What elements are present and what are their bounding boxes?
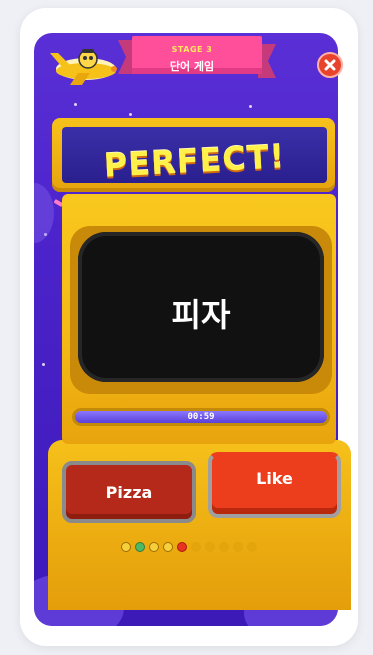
progress-dot (233, 542, 243, 552)
progress-dot (205, 542, 215, 552)
close-icon (324, 59, 336, 71)
timer-text: 00:59 (187, 412, 215, 422)
progress-dot (177, 542, 187, 552)
progress-dot (121, 542, 131, 552)
airplane-icon (50, 49, 117, 85)
answer-button-pizza[interactable]: Pizza (62, 461, 196, 523)
question-progress (121, 542, 257, 554)
stage-label: STAGE 3 (171, 45, 213, 54)
progress-dot (149, 542, 159, 552)
progress-dot (191, 542, 201, 552)
close-button[interactable] (317, 52, 343, 78)
progress-dot (219, 542, 229, 552)
question-word: 피자 (171, 296, 231, 334)
answer-button-like[interactable]: Like (208, 452, 341, 518)
progress-dot (163, 542, 173, 552)
game-title: 단어 게임 (169, 60, 215, 73)
progress-dot (247, 542, 257, 552)
progress-dot (135, 542, 145, 552)
